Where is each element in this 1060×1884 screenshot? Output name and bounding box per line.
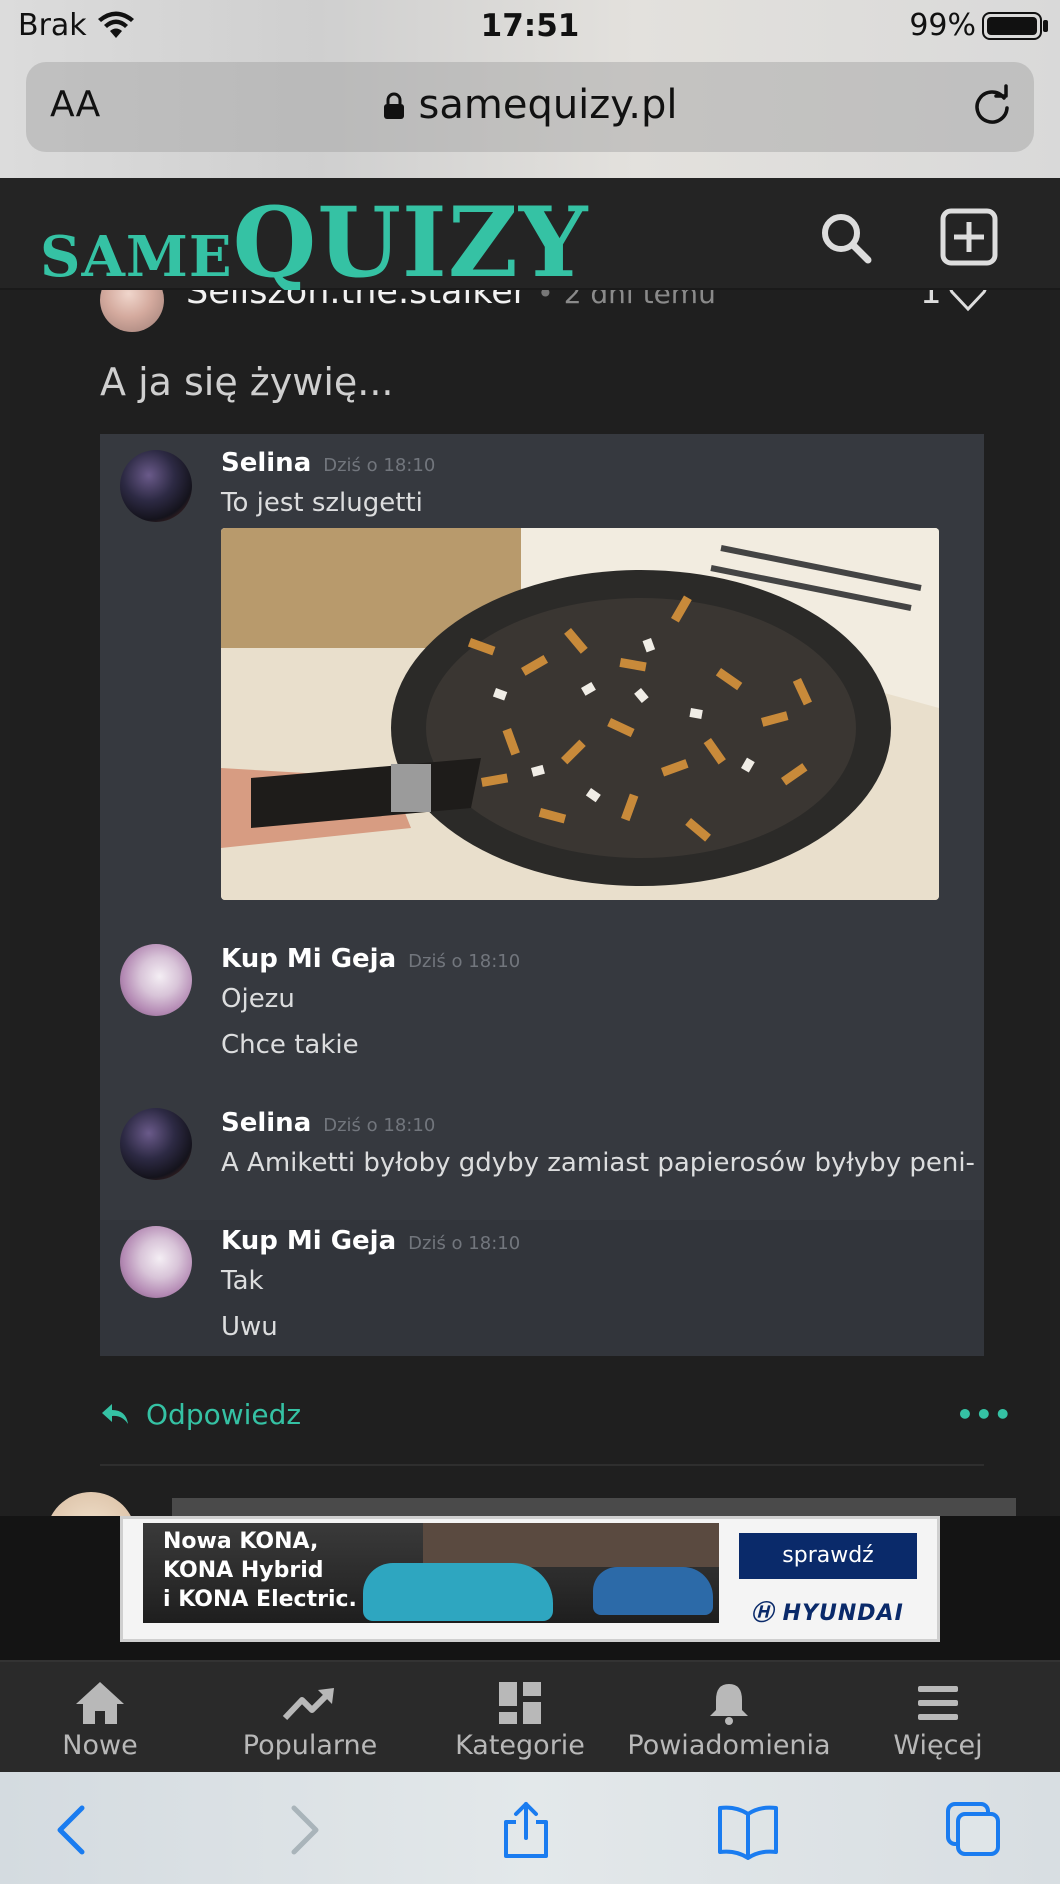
chat-line: A Amiketti byłoby gdyby zamiast papieros… (221, 1148, 975, 1178)
url-text: samequizy.pl (418, 82, 678, 128)
chat-line: Ojezu (221, 984, 295, 1014)
reload-icon[interactable] (970, 84, 1014, 128)
more-options-icon[interactable]: ••• (956, 1398, 1013, 1431)
ad-headline: Nowa KONA, KONA Hybrid i KONA Electric. (163, 1529, 357, 1612)
discord-screenshot[interactable]: Selina Dziś o 18:10 To jest szlugetti Ku… (100, 434, 984, 1356)
url-display[interactable]: samequizy.pl (26, 82, 1034, 128)
site-header: SAMEQUIZY (0, 178, 1060, 299)
battery-percent: 99% (909, 8, 976, 43)
heart-icon[interactable] (948, 290, 988, 312)
ad-cta-button[interactable]: sprawdź (739, 1533, 917, 1579)
bookmarks-icon[interactable] (718, 1800, 778, 1860)
share-icon[interactable] (496, 1800, 556, 1860)
forward-icon[interactable] (272, 1800, 332, 1860)
frying-pan-illustration (221, 528, 939, 900)
menu-icon (918, 1686, 958, 1720)
battery-icon (982, 12, 1042, 40)
divider (100, 1464, 984, 1466)
hyundai-ad-banner[interactable]: Nowa KONA, KONA Hybrid i KONA Electric. … (120, 1516, 940, 1642)
chat-author: Kup Mi Geja Dziś o 18:10 (221, 944, 521, 974)
tab-powiadomienia[interactable]: Powiadomienia (624, 1680, 834, 1761)
battery-tip (1043, 20, 1048, 32)
reply-icon (102, 1404, 128, 1424)
comment-time: 2 dni temu (563, 290, 716, 310)
chat-line: Tak (221, 1266, 264, 1296)
chat-author: Kup Mi Geja Dziś o 18:10 (221, 1226, 521, 1256)
ad-photo: Nowa KONA, KONA Hybrid i KONA Electric. (143, 1523, 719, 1623)
chat-message: Kup Mi Geja Dziś o 18:10 Ojezu Chce takie (100, 944, 984, 1094)
add-quiz-icon[interactable] (940, 208, 998, 266)
avatar (120, 944, 192, 1016)
lock-icon (383, 92, 404, 119)
bell-icon (710, 1684, 748, 1725)
avatar[interactable] (100, 290, 164, 332)
chat-line: To jest szlugetti (221, 488, 423, 518)
chat-author: Selina Dziś o 18:10 (221, 448, 436, 478)
address-bar[interactable]: AA samequizy.pl (26, 62, 1034, 152)
comment-text: A ja się żywię... (100, 360, 394, 404)
trending-icon (282, 1688, 334, 1721)
samequizy-logo[interactable]: SAMEQUIZY (40, 186, 588, 299)
avatar (120, 450, 192, 522)
chat-author: Selina Dziś o 18:10 (221, 1108, 436, 1138)
chat-line: Uwu (221, 1312, 278, 1342)
browser-toolbar (0, 1772, 1060, 1884)
grid-icon (499, 1682, 541, 1724)
avatar (120, 1108, 192, 1180)
status-bar: Brak 17:51 99% AA samequizy.pl (0, 0, 1060, 178)
chat-message: Kup Mi Geja Dziś o 18:10 Tak Uwu (100, 1220, 984, 1356)
tab-kategorie[interactable]: Kategorie (440, 1680, 600, 1761)
ad-area: Nowa KONA, KONA Hybrid i KONA Electric. … (0, 1516, 1060, 1660)
comment-input[interactable] (172, 1498, 1016, 1516)
back-icon[interactable] (44, 1800, 104, 1860)
tabs-icon[interactable] (944, 1800, 1004, 1860)
tab-nowe[interactable]: Nowe (40, 1680, 160, 1761)
hyundai-logo: Ⓗ HYUNDAI (751, 1601, 904, 1626)
author-name[interactable]: Seliszon.the.stalker (186, 290, 527, 312)
search-icon[interactable] (818, 210, 874, 266)
home-icon (76, 1682, 124, 1724)
site-tab-bar: Nowe Popularne Kategorie Powiadomienia W… (0, 1660, 1060, 1772)
comment-thread: Seliszon.the.stalker • 2 dni temu 1 A ja s… (10, 290, 1050, 1516)
chat-message: Selina Dziś o 18:10 A Amiketti byłoby gdy… (100, 1108, 984, 1204)
chat-message: Selina Dziś o 18:10 To jest szlugetti (100, 434, 984, 904)
like-count: 1 (920, 290, 942, 312)
chat-line: Chce takie (221, 1030, 359, 1060)
tab-wiecej[interactable]: Więcej (878, 1680, 998, 1761)
avatar[interactable] (46, 1492, 136, 1516)
comment-meta: Seliszon.the.stalker • 2 dni temu (186, 290, 716, 312)
frying-pan-photo (221, 528, 939, 900)
tab-popularne[interactable]: Popularne (230, 1680, 390, 1761)
clock: 17:51 (480, 8, 580, 44)
avatar (120, 1226, 192, 1298)
reply-button[interactable]: Odpowiedz (100, 1398, 301, 1431)
